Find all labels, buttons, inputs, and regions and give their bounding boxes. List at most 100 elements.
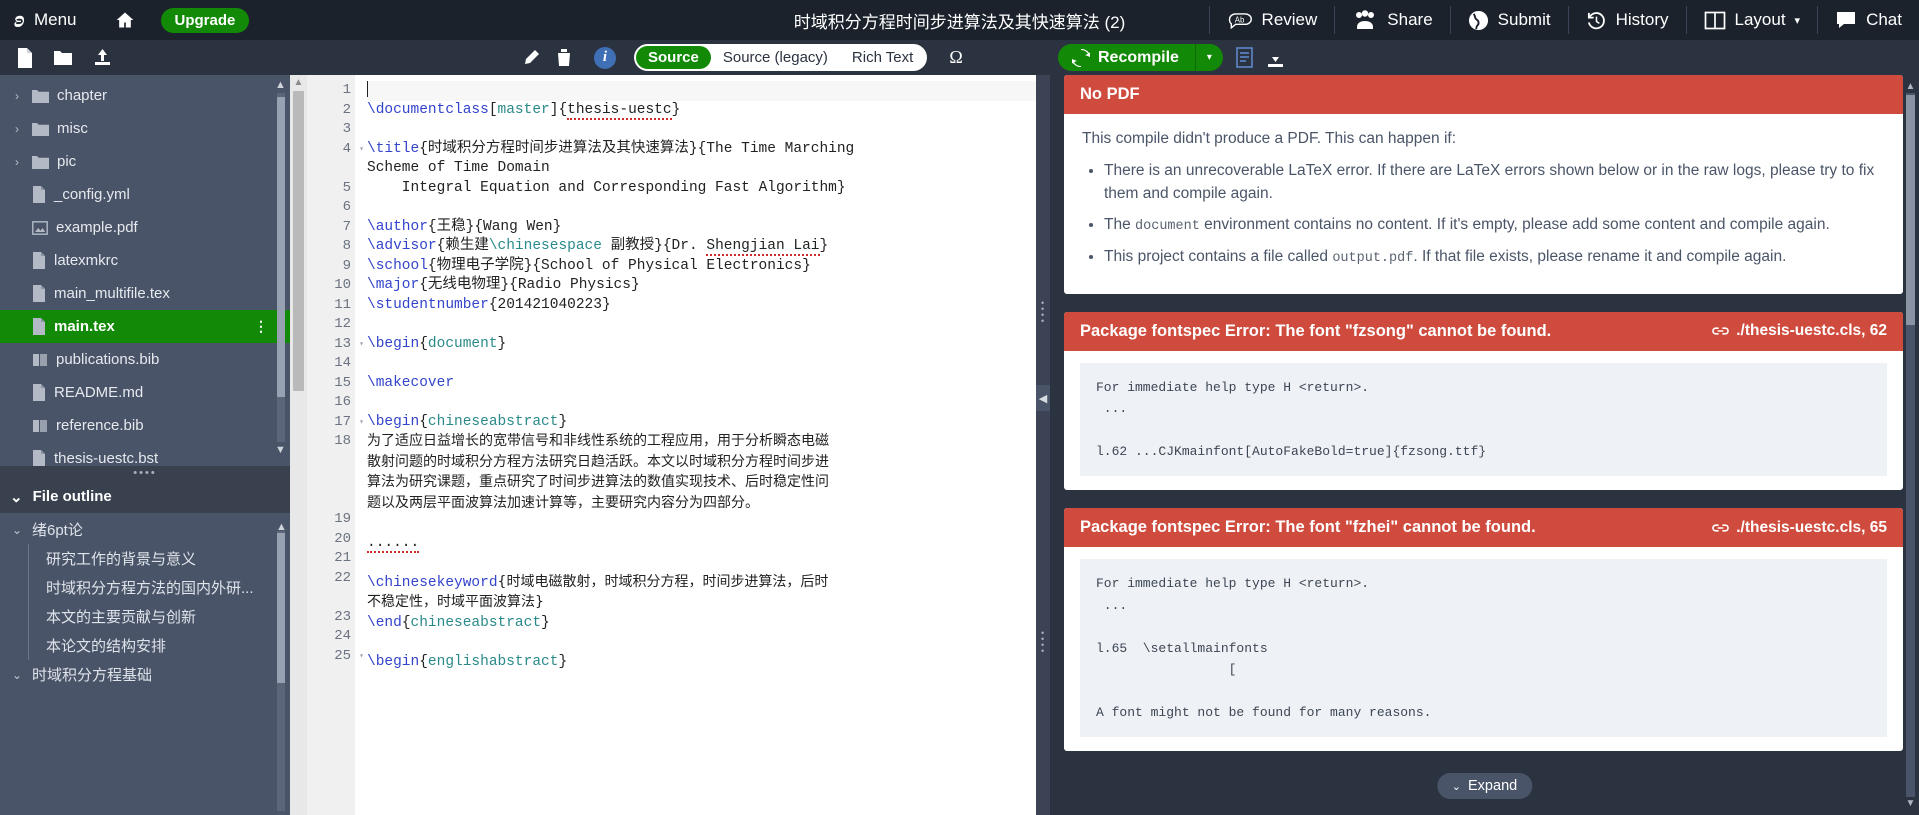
symbol-palette-icon[interactable]: Ω: [949, 47, 962, 68]
scroll-thumb[interactable]: [277, 533, 285, 683]
outline-item[interactable]: ⌄ 绪6pt论: [0, 515, 290, 544]
download-icon[interactable]: [1266, 47, 1285, 68]
code-line[interactable]: [367, 315, 1036, 335]
pencil-icon[interactable]: [522, 49, 540, 67]
file-tree-item-main-multifile-tex[interactable]: main_multifile.tex: [0, 277, 290, 310]
code-line[interactable]: [367, 633, 1036, 653]
code-line[interactable]: [367, 120, 1036, 140]
home-button[interactable]: [96, 0, 154, 40]
code-line[interactable]: [367, 393, 1036, 413]
scroll-up-arrow[interactable]: ▲: [1905, 81, 1916, 92]
upgrade-button[interactable]: Upgrade: [160, 7, 250, 33]
code-line[interactable]: \makecover: [367, 374, 1036, 394]
code-content[interactable]: \documentclass[master]{thesis-uestc} \ti…: [355, 75, 1036, 815]
error-location[interactable]: ./thesis-uestc.cls, 62: [1712, 322, 1887, 340]
collapse-editor-handle[interactable]: ◀: [1036, 385, 1050, 411]
file-outline-list[interactable]: ⌄ 绪6pt论 研究工作的背景与意义 时域积分方程方法的国内外研... 本文的主要贡献与…: [0, 513, 290, 815]
outline-scrollbar[interactable]: ▲: [276, 521, 287, 811]
chevron-down-icon[interactable]: ⌄: [10, 523, 24, 537]
review-icon: Ab: [1227, 10, 1253, 30]
menu-button[interactable]: ʚ Menu: [0, 0, 95, 40]
file-tree-item-chapter[interactable]: › chapter: [0, 79, 290, 112]
scroll-down-arrow[interactable]: ▼: [1905, 798, 1916, 809]
outline-item[interactable]: 本论文的结构安排: [0, 631, 290, 660]
code-line[interactable]: \title{时域积分方程时间步进算法及其快速算法}{The Time Marc…: [367, 140, 1036, 160]
new-folder-icon[interactable]: [45, 45, 81, 71]
editor-scrollbar[interactable]: ▲: [290, 75, 307, 815]
error-location[interactable]: ./thesis-uestc.cls, 65: [1712, 519, 1887, 537]
outline-item[interactable]: ⌄ 时域积分方程基础: [0, 660, 290, 689]
document-log-icon[interactable]: [1235, 47, 1254, 68]
tab-rich-text[interactable]: Rich Text: [840, 46, 925, 69]
new-file-icon[interactable]: [8, 44, 41, 72]
file-tree-item-reference-bib[interactable]: reference.bib: [0, 409, 290, 442]
upload-icon[interactable]: [85, 44, 120, 71]
scroll-thumb[interactable]: [293, 91, 304, 391]
code-line[interactable]: \major{无线电物理}{Radio Physics}: [367, 276, 1036, 296]
code-line[interactable]: \end{chineseabstract}: [367, 614, 1036, 634]
file-tree-item-main-tex[interactable]: main.tex ⋮: [0, 310, 290, 343]
code-line[interactable]: \documentclass[master]{thesis-uestc}: [367, 101, 1036, 121]
chevron-right-icon[interactable]: ›: [10, 155, 24, 169]
outline-item[interactable]: 本文的主要贡献与创新: [0, 602, 290, 631]
scroll-up-arrow[interactable]: ▲: [275, 79, 286, 91]
file-tree-item-pic[interactable]: › pic: [0, 145, 290, 178]
file-tree-item-latexmkrc[interactable]: latexmkrc: [0, 244, 290, 277]
recompile-options-button[interactable]: ▾: [1194, 44, 1223, 71]
file-tree[interactable]: › chapter › misc › pic _config.yml example.pdf l…: [0, 75, 290, 480]
compile-logs[interactable]: No PDF This compile didn't produce a PDF…: [1050, 75, 1919, 815]
code-line[interactable]: \advisor{赖生建\chinesespace 副教授}{Dr. Sheng…: [367, 237, 1036, 257]
outline-item[interactable]: 时域积分方程方法的国内外研...: [0, 573, 290, 602]
tab-source-legacy[interactable]: Source (legacy): [711, 46, 840, 69]
file-tree-item--config-yml[interactable]: _config.yml: [0, 178, 290, 211]
info-icon[interactable]: i: [594, 46, 616, 69]
code-line[interactable]: [367, 514, 1036, 534]
chevron-right-icon[interactable]: ›: [10, 89, 24, 103]
code-line[interactable]: 为了适应日益增长的宽带信号和非线性系统的工程应用，用于分析瞬态电磁散射问题的时域…: [367, 432, 837, 514]
code-line[interactable]: [367, 81, 1036, 101]
code-line[interactable]: \chinesekeyword{时域电磁散射，时域积分方程，时间步进算法，后时不…: [367, 573, 837, 614]
submit-button[interactable]: Submit: [1451, 0, 1568, 40]
code-line[interactable]: \studentnumber{201421040223}: [367, 296, 1036, 316]
scroll-up-arrow[interactable]: ▲: [290, 75, 307, 88]
file-tree-item-readme-md[interactable]: README.md: [0, 376, 290, 409]
share-label: Share: [1387, 10, 1433, 29]
code-line[interactable]: Scheme of Time Domain: [367, 159, 1036, 179]
file-menu-icon[interactable]: ⋮: [254, 318, 268, 335]
code-line[interactable]: \author{王稳}{Wang Wen}: [367, 218, 1036, 238]
file-tree-item-publications-bib[interactable]: publications.bib: [0, 343, 290, 376]
file-tree-item-example-pdf[interactable]: example.pdf: [0, 211, 290, 244]
scroll-thumb[interactable]: [277, 97, 285, 397]
file-icon: [32, 450, 46, 467]
outline-item[interactable]: 研究工作的背景与意义: [0, 544, 290, 573]
code-line[interactable]: ......: [367, 534, 1036, 554]
review-button[interactable]: Ab Review: [1210, 0, 1335, 40]
scroll-down-arrow[interactable]: ▼: [275, 444, 286, 456]
logs-scrollbar[interactable]: ▲ ▼: [1905, 81, 1916, 809]
code-line[interactable]: \begin{document}: [367, 335, 1036, 355]
code-line[interactable]: Integral Equation and Corresponding Fast…: [367, 179, 1036, 199]
filetree-scrollbar[interactable]: ▲ ▼: [275, 79, 286, 456]
chevron-right-icon[interactable]: ›: [10, 122, 24, 136]
filetree-resize-handle[interactable]: ••••: [0, 466, 290, 480]
trash-icon[interactable]: [556, 48, 572, 67]
recompile-button[interactable]: Recompile: [1058, 44, 1195, 71]
share-button[interactable]: Share: [1335, 0, 1449, 40]
code-line[interactable]: [367, 354, 1036, 374]
expand-button[interactable]: ⌄ Expand: [1436, 773, 1533, 799]
code-line[interactable]: \school{物理电子学院}{School of Physical Elect…: [367, 257, 1036, 277]
tab-source[interactable]: Source: [636, 46, 711, 69]
chat-button[interactable]: Chat: [1818, 0, 1919, 40]
code-line[interactable]: [367, 553, 1036, 573]
scroll-thumb[interactable]: [1906, 95, 1915, 325]
chevron-down-icon[interactable]: ⌄: [10, 668, 24, 682]
code-editor[interactable]: ▲ 1 2 3 4 ▾ 5 6 7 8 9 10 11 12 13 ▾ 14 15 16 17 ▾ 18 19 20 21 2…: [290, 75, 1050, 815]
file-outline-header[interactable]: ⌄ File outline: [0, 480, 290, 513]
code-line[interactable]: \begin{englishabstract}: [367, 653, 1036, 673]
layout-button[interactable]: Layout ▾: [1687, 0, 1818, 40]
history-button[interactable]: History: [1569, 0, 1686, 40]
code-text: }: [819, 238, 829, 254]
code-line[interactable]: [367, 198, 1036, 218]
code-line[interactable]: \begin{chineseabstract}: [367, 413, 1036, 433]
file-tree-item-misc[interactable]: › misc: [0, 112, 290, 145]
